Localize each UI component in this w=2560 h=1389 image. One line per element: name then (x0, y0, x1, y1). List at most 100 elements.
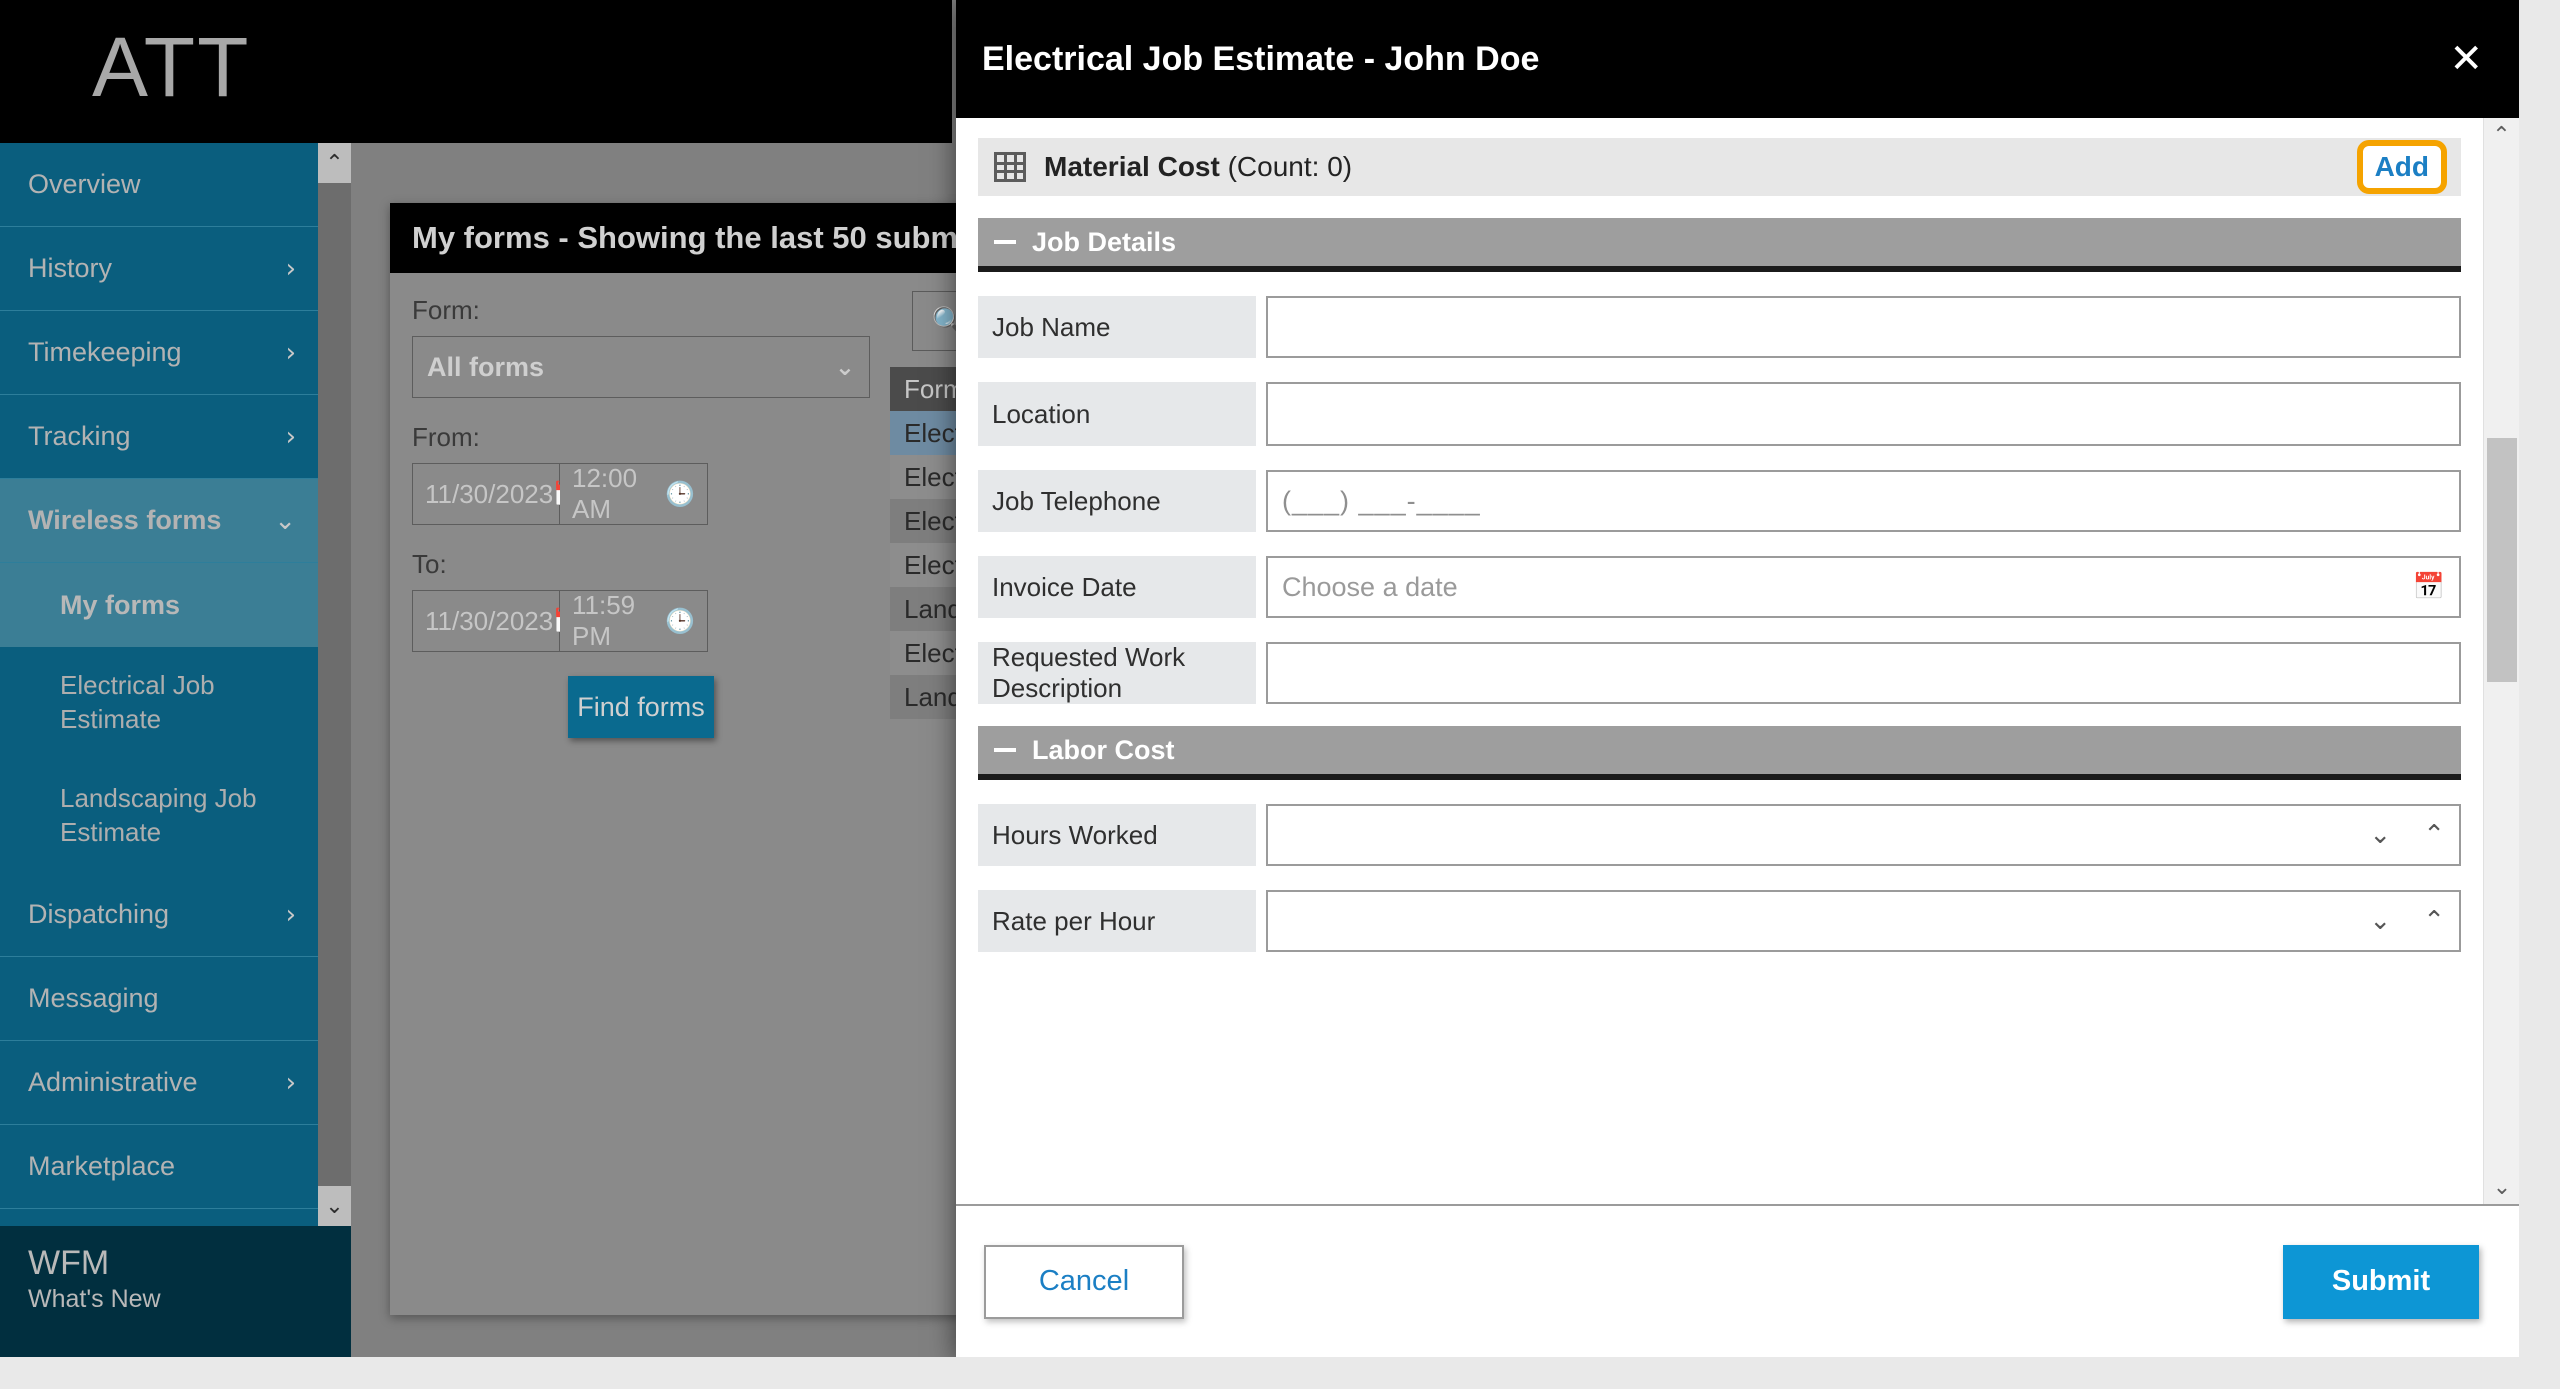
field-label: Job Name (978, 296, 1256, 358)
add-material-highlight: Add (2356, 140, 2447, 194)
to-label: To: (412, 549, 447, 579)
sidebar-nav: Overview History › Timekeeping › Trackin… (0, 143, 318, 1226)
to-time-value: 11:59 PM (572, 590, 636, 651)
sidebar-item-label: Timekeeping (28, 337, 182, 367)
from-time-value: 12:00 AM (572, 463, 638, 524)
sidebar-item-dispatching[interactable]: Dispatching › (0, 873, 318, 957)
section-title: Labor Cost (1032, 734, 1175, 765)
chevron-down-icon: ⌄ (834, 353, 855, 381)
from-date-input[interactable]: 11/30/2023 📅 (412, 463, 583, 525)
dialog-scroll-area: Material Cost (Count: 0) Add Job Details… (956, 118, 2519, 1204)
spinner-down-icon[interactable]: ⌄ (2369, 906, 2391, 936)
sidebar-item-overview[interactable]: Overview (0, 143, 318, 227)
form-filter-label: Form: (412, 295, 480, 325)
sidebar-item-electrical-job-estimate[interactable]: Electrical Job Estimate (0, 647, 318, 760)
to-date-input[interactable]: 11/30/2023 📅 (412, 590, 583, 652)
clock-icon[interactable]: 🕒 (665, 480, 695, 508)
find-forms-button[interactable]: Find forms (568, 676, 714, 738)
sidebar-item-label: Messaging (28, 983, 159, 1013)
spinner-up-icon[interactable]: ⌃ (2423, 820, 2445, 850)
field-label: Requested Work Description (978, 642, 1256, 704)
form-filter-select[interactable]: All forms ⌄ (412, 336, 870, 398)
field-row-requested-work-description: Requested Work Description (978, 642, 2461, 704)
filters-column: Form: All forms ⌄ From: 11/30/2023 📅 12:… (390, 273, 890, 1315)
from-label: From: (412, 422, 480, 452)
from-date-value: 11/30/2023 (425, 478, 554, 509)
rate-per-hour-input[interactable]: ⌄ ⌃ (1266, 890, 2461, 952)
sidebar-item-label: Electrical Job Estimate (60, 670, 215, 734)
from-time-input[interactable]: 12:00 AM 🕒 (560, 463, 708, 525)
dialog-scrollbar[interactable]: ⌃ ⌄ (2483, 118, 2519, 1204)
spinner-up-icon[interactable]: ⌃ (2423, 906, 2445, 936)
scrollbar-thumb[interactable] (2487, 438, 2517, 682)
field-label: Invoice Date (978, 556, 1256, 618)
sidebar-footer-subtitle: What's New (28, 1285, 161, 1314)
phone-mask-placeholder: (___) ___-____ (1282, 485, 1481, 516)
sidebar-item-my-forms[interactable]: My forms (0, 563, 318, 647)
submit-button[interactable]: Submit (2283, 1244, 2479, 1319)
requested-work-description-input[interactable] (1266, 642, 2461, 704)
calendar-icon[interactable]: 📅 (2413, 572, 2445, 602)
spinner-down-icon[interactable]: ⌄ (2369, 820, 2391, 850)
scroll-down-icon[interactable]: ⌄ (318, 1186, 351, 1226)
section-title: Job Details (1032, 226, 1177, 257)
hours-worked-input[interactable]: ⌄ ⌃ (1266, 804, 2461, 866)
close-icon[interactable]: ✕ (2449, 39, 2483, 79)
sidebar-item-history[interactable]: History › (0, 227, 318, 311)
electrical-job-estimate-dialog: Electrical Job Estimate - John Doe ✕ Mat… (956, 0, 2519, 1357)
field-row-hours-worked: Hours Worked ⌄ ⌃ (978, 804, 2461, 866)
brand-logo: ATT (92, 20, 251, 114)
sidebar-scrollbar[interactable]: ⌃ ⌄ (318, 143, 351, 1226)
dialog-header: Electrical Job Estimate - John Doe ✕ (956, 0, 2519, 118)
section-header-labor-cost[interactable]: Labor Cost (978, 726, 2461, 780)
sidebar-item-label: Landscaping Job Estimate (60, 783, 257, 847)
chevron-right-icon: › (285, 1067, 296, 1098)
clock-icon[interactable]: 🕒 (665, 607, 695, 635)
grid-table-icon (994, 152, 1026, 182)
sidebar-item-label: Overview (28, 169, 141, 199)
sidebar-item-administrative[interactable]: Administrative › (0, 1041, 318, 1125)
to-datetime-row: 11/30/2023 📅 11:59 PM 🕒 (412, 590, 870, 652)
chevron-right-icon: › (285, 253, 296, 284)
sidebar-item-landscaping-job-estimate[interactable]: Landscaping Job Estimate (0, 760, 318, 873)
dialog-title: Electrical Job Estimate - John Doe (982, 39, 1540, 78)
field-row-rate-per-hour: Rate per Hour ⌄ ⌃ (978, 890, 2461, 952)
from-datetime-row: 11/30/2023 📅 12:00 AM 🕒 (412, 463, 870, 525)
form-filter-value: All forms (427, 351, 545, 382)
add-material-button[interactable]: Add (2375, 151, 2429, 182)
invoice-date-input[interactable]: Choose a date 📅 (1266, 556, 2461, 618)
sidebar-item-tracking[interactable]: Tracking › (0, 395, 318, 479)
material-cost-name: Material Cost (1044, 151, 1220, 182)
material-cost-bar: Material Cost (Count: 0) Add (978, 138, 2461, 196)
sidebar-item-marketplace[interactable]: Marketplace (0, 1125, 318, 1209)
field-row-job-name: Job Name (978, 296, 2461, 358)
material-cost-count: (Count: 0) (1227, 151, 1353, 182)
spinner-controls: ⌄ ⌃ (2369, 820, 2445, 850)
field-row-job-telephone: Job Telephone (___) ___-____ (978, 470, 2461, 532)
brand-bar: ATT (0, 0, 952, 143)
spinner-controls: ⌄ ⌃ (2369, 906, 2445, 936)
cancel-button[interactable]: Cancel (984, 1244, 1184, 1319)
scroll-up-icon[interactable]: ⌃ (318, 143, 351, 183)
chevron-right-icon: › (285, 337, 296, 368)
field-row-invoice-date: Invoice Date Choose a date 📅 (978, 556, 2461, 618)
sidebar-footer[interactable]: WFM What's New (0, 1226, 351, 1357)
dialog-body: Material Cost (Count: 0) Add Job Details… (956, 118, 2483, 1204)
scrollbar-thumb[interactable] (318, 183, 351, 1186)
job-name-input[interactable] (1266, 296, 2461, 358)
sidebar-item-timekeeping[interactable]: Timekeeping › (0, 311, 318, 395)
scroll-down-icon[interactable]: ⌄ (2484, 1170, 2519, 1204)
collapse-minus-icon (994, 748, 1016, 752)
sidebar-group-wireless-forms[interactable]: Wireless forms ⌄ (0, 479, 318, 563)
job-telephone-input[interactable]: (___) ___-____ (1266, 470, 2461, 532)
scroll-up-icon[interactable]: ⌃ (2484, 118, 2519, 152)
sidebar-item-label: Administrative (28, 1067, 198, 1097)
to-time-input[interactable]: 11:59 PM 🕒 (560, 590, 708, 652)
dialog-footer: Cancel Submit (956, 1204, 2519, 1357)
sidebar-item-label: History (28, 253, 113, 283)
location-input[interactable] (1266, 382, 2461, 446)
sidebar-footer-title: WFM (28, 1244, 110, 1282)
sidebar-group-label: Wireless forms (28, 505, 222, 535)
section-header-job-details[interactable]: Job Details (978, 218, 2461, 272)
sidebar-item-messaging[interactable]: Messaging (0, 957, 318, 1041)
